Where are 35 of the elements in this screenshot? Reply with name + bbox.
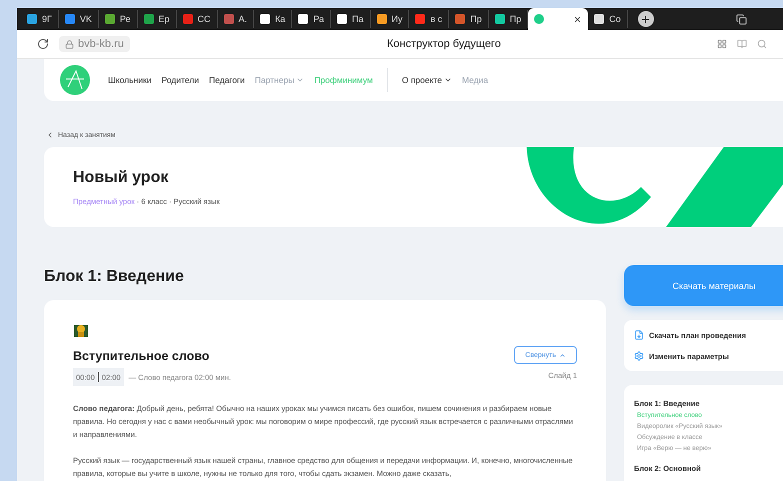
browser-tab[interactable]: Ер	[138, 10, 177, 28]
chevron-up-icon	[559, 352, 566, 358]
browser-tab[interactable]: Пр	[449, 10, 489, 28]
close-icon[interactable]	[573, 14, 582, 24]
nav-link[interactable]: Школьники	[108, 75, 152, 85]
emblem-icon	[73, 322, 89, 338]
browser-tab[interactable]: Ка	[254, 10, 292, 28]
file-download-icon	[634, 330, 644, 340]
step-title: Вступительное слово	[73, 349, 210, 363]
browser-tab[interactable]	[528, 8, 588, 30]
browser-tab[interactable]: Ра	[292, 10, 332, 28]
browser-tab[interactable]: в с	[409, 10, 450, 28]
chevron-left-icon	[46, 131, 54, 139]
nav-link[interactable]: Родители	[161, 75, 199, 85]
browser-tab[interactable]: VK	[58, 10, 99, 28]
lesson-title: Новый урок	[73, 169, 170, 187]
new-tab-button[interactable]	[638, 11, 654, 27]
block-title: Блок 1: Введение	[44, 268, 185, 286]
browser-tab[interactable]: Co	[588, 10, 628, 28]
reload-icon[interactable]	[37, 38, 49, 50]
lock-icon	[65, 40, 74, 48]
browser-tab[interactable]: Иу	[370, 10, 410, 28]
browser-tab[interactable]: 9Г	[21, 10, 59, 28]
chevron-down-icon	[444, 76, 452, 84]
chevron-down-icon	[296, 76, 304, 84]
browser-tab[interactable]: СС	[176, 10, 218, 28]
grid-icon[interactable]	[717, 39, 727, 49]
page-title: Конструктор будущего	[387, 38, 501, 50]
browser-tab[interactable]: Па	[331, 10, 371, 28]
browser-tab[interactable]: Ре	[98, 10, 138, 28]
browser-tab[interactable]: А.	[218, 10, 254, 28]
tabs-icon[interactable]	[736, 14, 747, 24]
nav-link[interactable]: О проекте	[402, 75, 452, 85]
nav-link[interactable]: Педагоги	[208, 75, 245, 85]
settings-icon	[634, 351, 644, 361]
